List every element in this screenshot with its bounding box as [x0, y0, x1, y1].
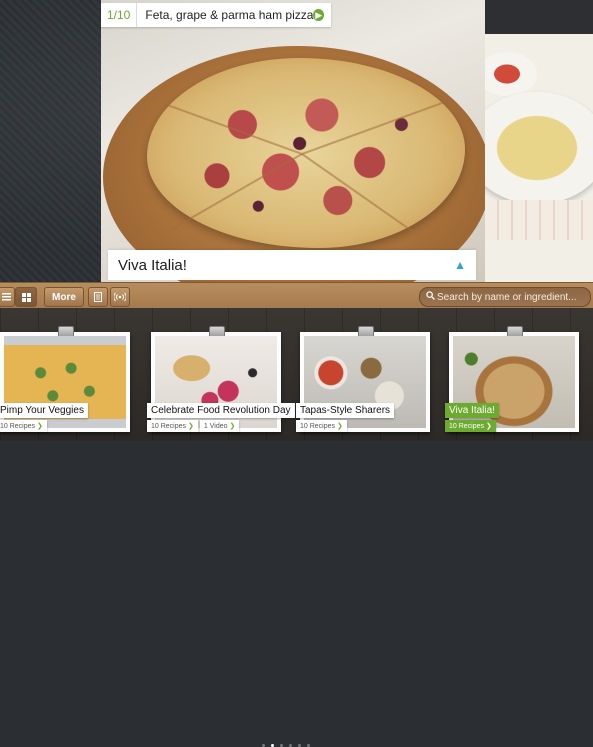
collection-card-title: Tapas-Style Sharers [296, 403, 395, 418]
video-count-tag[interactable]: 1 Video ❯ [199, 420, 240, 432]
hero-area: 1/10 Feta, grape & parma ham pizza ▶ Viv… [0, 0, 593, 282]
recipe-count-tag[interactable]: 10 Recipes ❯ [445, 420, 496, 432]
grid-icon [21, 292, 31, 302]
chevron-right-icon: ❯ [37, 423, 43, 430]
arrow-right-circle-icon[interactable]: ▶ [313, 9, 324, 21]
list-view-button[interactable] [0, 287, 15, 307]
tablecloth [485, 200, 593, 240]
collection-card-title: Celebrate Food Revolution Day [147, 403, 295, 418]
collection-card-title: Pimp Your Veggies [0, 403, 88, 418]
collection-card[interactable]: Pimp Your Veggies 10 Recipes ❯ [0, 326, 130, 432]
side-plate-small [485, 52, 537, 96]
list-icon [2, 293, 11, 301]
recipe-title-banner[interactable]: 1/10 Feta, grape & parma ham pizza ▶ [101, 3, 331, 27]
pizza-image [147, 58, 465, 248]
search-field[interactable] [419, 287, 591, 307]
recipe-counter: 1/10 [101, 3, 138, 27]
recipe-count-tag[interactable]: 10 Recipes ❯ [0, 420, 47, 432]
collection-title: Viva Italia! [118, 256, 187, 274]
collection-card-meta: 10 Recipes ❯ [296, 420, 347, 432]
collection-card[interactable]: Tapas-Style Sharers 10 Recipes ❯ [296, 326, 430, 432]
recipe-photo[interactable] [101, 0, 485, 282]
collection-card-meta: 10 Recipes ❯ [445, 420, 496, 432]
notebook-button[interactable] [88, 287, 108, 307]
collections-shelf: Pimp Your Veggies 10 Recipes ❯ Celebrate … [0, 308, 593, 747]
chevron-right-icon: ❯ [486, 423, 492, 430]
chevron-right-icon: ❯ [337, 423, 343, 430]
chevron-right-icon: ❯ [229, 423, 236, 430]
broadcast-icon [114, 292, 126, 302]
recipe-count-tag[interactable]: 10 Recipes ❯ [147, 420, 198, 432]
broadcast-button[interactable] [110, 287, 130, 307]
collection-card[interactable]: Celebrate Food Revolution Day 10 Recipes… [147, 326, 295, 432]
search-input[interactable] [437, 291, 585, 303]
collection-card-title: Viva Italia! [445, 403, 499, 418]
grid-view-button[interactable] [15, 287, 37, 307]
notebook-icon [94, 292, 102, 302]
chevron-right-icon: ❯ [188, 423, 194, 430]
collection-card-meta: 10 Recipes ❯ 1 Video ❯ [147, 420, 240, 432]
side-dish-photo [485, 0, 593, 282]
more-button[interactable]: More [44, 287, 84, 307]
search-icon [423, 291, 437, 303]
collection-card-active[interactable]: Viva Italia! 10 Recipes ❯ [445, 326, 579, 432]
collection-card-meta: 10 Recipes ❯ [0, 420, 47, 432]
collection-caption[interactable]: Viva Italia! ▲ [108, 250, 476, 280]
chevron-up-icon[interactable]: ▲ [454, 258, 476, 272]
toolbar: More [0, 282, 593, 310]
recipe-title: Feta, grape & parma ham pizza [145, 8, 314, 22]
recipe-count-tag[interactable]: 10 Recipes ❯ [296, 420, 347, 432]
pasta-plate [485, 92, 593, 204]
